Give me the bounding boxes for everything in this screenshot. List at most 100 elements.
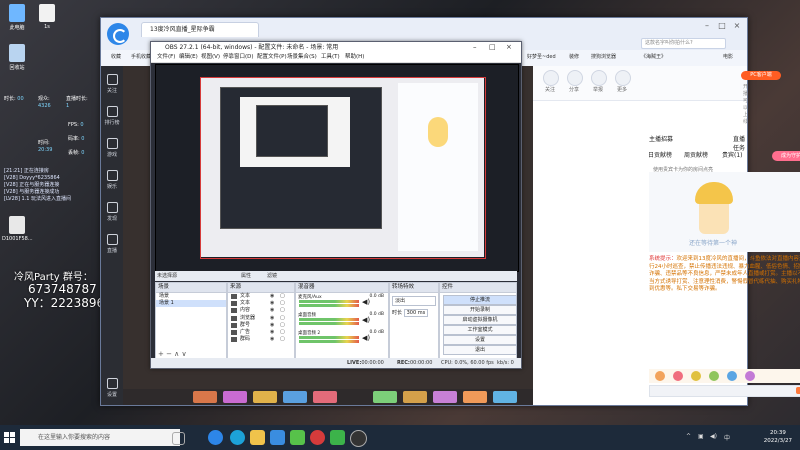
speaker-icon[interactable]: ◀) bbox=[362, 316, 370, 324]
sidebar-item-live[interactable]: 直播 bbox=[103, 234, 121, 254]
menu-help[interactable]: 帮助(H) bbox=[345, 53, 364, 62]
gift-icon[interactable] bbox=[673, 371, 683, 381]
lock-icon[interactable]: ▢ bbox=[280, 300, 285, 307]
gift-icon[interactable] bbox=[193, 391, 217, 403]
eye-icon[interactable]: ◉ bbox=[270, 322, 274, 329]
gift-icon[interactable] bbox=[709, 371, 719, 381]
eye-icon[interactable]: ◉ bbox=[270, 329, 274, 336]
scene-item[interactable]: 场景 bbox=[156, 293, 226, 300]
gift-icon[interactable] bbox=[283, 391, 307, 403]
tab-day-rank[interactable]: 日贡献榜 bbox=[648, 150, 672, 162]
bookmark-item[interactable]: 装修 bbox=[569, 53, 579, 60]
studio-mode-button[interactable]: 工作室模式 bbox=[443, 325, 517, 335]
menu-profile[interactable]: 配置文件(P) bbox=[257, 53, 287, 62]
gift-icon[interactable] bbox=[493, 391, 517, 403]
lock-icon[interactable]: ▢ bbox=[280, 315, 285, 322]
bookmark-item[interactable]: 收藏 bbox=[111, 53, 121, 60]
minimize-icon[interactable]: – bbox=[473, 42, 477, 53]
source-item[interactable]: 文本 ◉ ▢ bbox=[228, 293, 294, 300]
obs-window[interactable]: OBS 27.2.1 (64-bit, windows) - 配置文件: 未命名… bbox=[150, 41, 522, 369]
stop-streaming-button[interactable]: 停止推流 bbox=[443, 295, 517, 305]
task-view-icon[interactable] bbox=[172, 432, 185, 445]
eye-icon[interactable]: ◉ bbox=[270, 293, 274, 300]
game-app-icon[interactable] bbox=[290, 430, 305, 445]
sidebar-item-settings[interactable]: 设置 bbox=[103, 378, 121, 398]
tab-vip[interactable]: 贵宾(1) bbox=[722, 150, 743, 162]
desktop-icon-recycle-bin[interactable]: 回收站 bbox=[2, 44, 32, 71]
properties-button[interactable]: 属性 bbox=[241, 271, 251, 281]
bookmark-item[interactable]: 《海贼王》 bbox=[641, 53, 666, 60]
sidebar-item-discover[interactable]: 发现 bbox=[103, 202, 121, 222]
taskbar-search-input[interactable]: 在这里输入你要搜索的内容 bbox=[20, 429, 180, 446]
gift-icon[interactable] bbox=[655, 371, 665, 381]
source-item[interactable]: 广告 ◉ ▢ bbox=[228, 329, 294, 336]
sogou-browser-icon[interactable] bbox=[208, 430, 223, 445]
tab-week-rank[interactable]: 周贡献榜 bbox=[684, 150, 708, 162]
eye-icon[interactable]: ◉ bbox=[270, 307, 274, 314]
ime-indicator[interactable]: 中 bbox=[724, 433, 730, 442]
minimize-icon[interactable]: – bbox=[701, 21, 713, 31]
desktop-icon-this-pc[interactable]: 此电脑 bbox=[2, 4, 32, 31]
pc-client-badge[interactable]: PC客户端 bbox=[741, 71, 781, 80]
more-icon[interactable] bbox=[615, 70, 631, 86]
share-icon[interactable] bbox=[567, 70, 583, 86]
eye-icon[interactable]: ◉ bbox=[270, 315, 274, 322]
volume-icon[interactable]: ◀) bbox=[710, 433, 717, 440]
volume-slider[interactable] bbox=[299, 340, 359, 343]
gift-icon[interactable] bbox=[727, 371, 737, 381]
scene-controls[interactable]: + − ∧ ∨ bbox=[158, 350, 187, 358]
virtual-camera-button[interactable]: 启动虚拟摄像机 bbox=[443, 315, 517, 325]
obs-icon[interactable] bbox=[350, 430, 367, 447]
follow-icon[interactable] bbox=[543, 70, 559, 86]
source-item[interactable]: 文本 ◉ ▢ bbox=[228, 300, 294, 307]
menu-file[interactable]: 文件(F) bbox=[157, 53, 175, 62]
store-icon[interactable] bbox=[270, 430, 285, 445]
maximize-icon[interactable]: □ bbox=[716, 21, 728, 31]
source-item[interactable]: 内容 ◉ ▢ bbox=[228, 307, 294, 314]
menu-view[interactable]: 视图(V) bbox=[201, 53, 220, 62]
address-hint-box[interactable]: 这款名字叫你拍什么? bbox=[641, 38, 726, 49]
gift-icon[interactable] bbox=[253, 391, 277, 403]
speaker-icon[interactable]: ◀) bbox=[362, 298, 370, 306]
bookmark-item[interactable]: 好梦圣~ded bbox=[527, 53, 556, 60]
wechat-icon[interactable] bbox=[330, 430, 345, 445]
edge-icon[interactable] bbox=[230, 430, 245, 445]
open-guard-button[interactable]: 成为守护 bbox=[772, 151, 800, 161]
close-icon[interactable]: × bbox=[731, 21, 743, 31]
menu-docks[interactable]: 停靠窗口(D) bbox=[223, 53, 254, 62]
volume-slider[interactable] bbox=[299, 304, 359, 307]
close-icon[interactable]: × bbox=[506, 42, 512, 53]
send-button[interactable]: 发送 bbox=[795, 387, 800, 394]
bookmark-item[interactable]: 电影 bbox=[723, 53, 733, 60]
gift-icon[interactable] bbox=[433, 391, 457, 403]
obs-preview[interactable] bbox=[155, 64, 519, 272]
desktop-icon-1s[interactable]: 1s bbox=[32, 4, 62, 30]
lock-icon[interactable]: ▢ bbox=[280, 322, 285, 329]
gift-icon[interactable] bbox=[223, 391, 247, 403]
gift-icon[interactable] bbox=[403, 391, 427, 403]
settings-button[interactable]: 设置 bbox=[443, 335, 517, 345]
browser-tab[interactable]: 13度冷风直播_星际争霸 bbox=[141, 22, 259, 37]
chat-input[interactable]: 发送 bbox=[649, 385, 800, 397]
eye-icon[interactable]: ◉ bbox=[270, 300, 274, 307]
folder-icon[interactable] bbox=[250, 430, 265, 445]
menu-scene-collection[interactable]: 场景集合(S) bbox=[287, 53, 317, 62]
speaker-icon[interactable]: ◀) bbox=[362, 334, 370, 342]
eye-icon[interactable]: ◉ bbox=[270, 336, 274, 343]
source-item[interactable]: 群码 ◉ ▢ bbox=[228, 336, 294, 343]
source-item[interactable]: 浏览器 ◉ ▢ bbox=[228, 315, 294, 322]
volume-slider[interactable] bbox=[299, 322, 359, 325]
gift-icon[interactable] bbox=[745, 371, 755, 381]
transition-select[interactable]: 淡出 bbox=[392, 296, 436, 306]
sidebar-item-rank[interactable]: 排行榜 bbox=[103, 106, 121, 126]
scene-item[interactable]: 场景 1 bbox=[156, 300, 226, 307]
duration-input[interactable]: 300 ms bbox=[403, 309, 429, 317]
section-recruit[interactable]: 主播招募 bbox=[649, 134, 673, 143]
source-item[interactable]: 群号 ◉ ▢ bbox=[228, 322, 294, 329]
report-icon[interactable] bbox=[591, 70, 607, 86]
gift-icon[interactable] bbox=[691, 371, 701, 381]
sidebar-item-follow[interactable]: 关注 bbox=[103, 74, 121, 94]
source-selection-box[interactable] bbox=[200, 77, 486, 259]
gift-icon[interactable] bbox=[373, 391, 397, 403]
sidebar-item-entertain[interactable]: 娱乐 bbox=[103, 170, 121, 190]
